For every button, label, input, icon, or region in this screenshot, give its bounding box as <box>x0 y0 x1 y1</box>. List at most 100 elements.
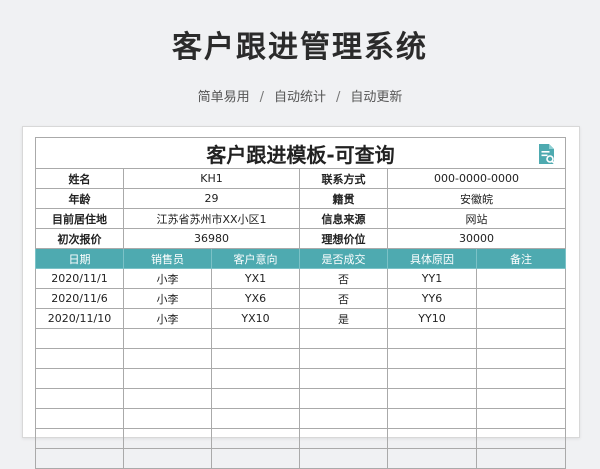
table-cell[interactable]: YY1 <box>387 268 477 289</box>
info-value[interactable]: KH1 <box>123 168 300 189</box>
table-cell[interactable] <box>299 388 388 409</box>
table-cell[interactable] <box>211 428 300 449</box>
table-cell[interactable] <box>387 408 477 429</box>
table-cell[interactable] <box>299 368 388 389</box>
table-cell[interactable] <box>211 328 300 349</box>
table-cell[interactable] <box>123 408 212 429</box>
table-cell[interactable] <box>476 368 566 389</box>
info-label[interactable]: 初次报价 <box>35 228 124 249</box>
info-value[interactable]: 000-0000-0000 <box>387 168 566 189</box>
info-row: 年龄 29 籍贯 安徽皖 <box>35 188 566 209</box>
info-value[interactable]: 江苏省苏州市XX小区1 <box>123 208 300 229</box>
info-value[interactable]: 30000 <box>387 228 566 249</box>
table-row: 2020/11/10 小李 YX10 是 YY10 <box>35 308 566 329</box>
info-label[interactable]: 联系方式 <box>299 168 388 189</box>
table-cell[interactable]: 2020/11/10 <box>35 308 124 329</box>
table-cell[interactable] <box>123 328 212 349</box>
info-value[interactable]: 网站 <box>387 208 566 229</box>
info-label[interactable]: 目前居住地 <box>35 208 124 229</box>
table-cell[interactable] <box>476 428 566 449</box>
table-cell[interactable]: YY6 <box>387 288 477 309</box>
table-cell[interactable] <box>123 368 212 389</box>
info-label[interactable]: 年龄 <box>35 188 124 209</box>
table-cell[interactable]: 小李 <box>123 268 212 289</box>
table-cell[interactable]: 小李 <box>123 308 212 329</box>
table-cell[interactable] <box>299 448 388 469</box>
log-header-row: 日期 销售员 客户意向 是否成交 具体原因 备注 <box>35 248 566 269</box>
table-cell[interactable] <box>211 408 300 429</box>
table-cell[interactable] <box>35 368 124 389</box>
table-cell[interactable] <box>476 388 566 409</box>
column-header: 是否成交 <box>299 248 388 269</box>
table-cell[interactable] <box>476 408 566 429</box>
info-value[interactable]: 29 <box>123 188 300 209</box>
sheet-title: 客户跟进模板-可查询 <box>206 142 395 167</box>
table-cell[interactable] <box>387 368 477 389</box>
customer-follow-up-sheet: 客户跟进模板-可查询 姓名 KH1 联系方式 000-0000-0000 年龄 29 籍贯安… <box>35 137 566 469</box>
column-header: 销售员 <box>123 248 212 269</box>
table-cell[interactable] <box>123 388 212 409</box>
customer-info-section: 姓名 KH1 联系方式 000-0000-0000 年龄 29 籍贯 安徽皖 目前居住地 江苏省苏… <box>35 168 566 249</box>
empty-row <box>35 408 566 429</box>
table-cell[interactable] <box>123 448 212 469</box>
table-cell[interactable]: 否 <box>299 268 388 289</box>
table-cell[interactable]: 2020/11/1 <box>35 268 124 289</box>
table-cell[interactable] <box>476 268 566 289</box>
table-cell[interactable] <box>35 348 124 369</box>
table-cell[interactable]: YX6 <box>211 288 300 309</box>
empty-row <box>35 428 566 449</box>
table-cell[interactable] <box>211 368 300 389</box>
table-cell[interactable] <box>387 328 477 349</box>
feature-list: 简单易用 / 自动统计 / 自动更新 <box>0 86 600 105</box>
table-cell[interactable]: YX1 <box>211 268 300 289</box>
table-cell[interactable] <box>123 348 212 369</box>
info-value[interactable]: 安徽皖 <box>387 188 566 209</box>
empty-row <box>35 388 566 409</box>
feature-separator: / <box>336 90 341 105</box>
table-cell[interactable] <box>387 348 477 369</box>
table-cell[interactable] <box>35 328 124 349</box>
table-cell[interactable] <box>35 408 124 429</box>
info-row: 目前居住地 江苏省苏州市XX小区1 信息来源 网站 <box>35 208 566 229</box>
table-cell[interactable] <box>211 348 300 369</box>
page-title: 客户跟进管理系统 <box>172 30 428 65</box>
table-cell[interactable] <box>476 348 566 369</box>
table-cell[interactable] <box>387 388 477 409</box>
table-cell[interactable]: 是 <box>299 308 388 329</box>
table-cell[interactable] <box>123 428 212 449</box>
column-header: 客户意向 <box>211 248 300 269</box>
table-cell[interactable] <box>299 408 388 429</box>
empty-row <box>35 348 566 369</box>
table-cell[interactable] <box>476 448 566 469</box>
info-label[interactable]: 籍贯 <box>299 188 388 209</box>
info-row: 初次报价 36980 理想价位 30000 <box>35 228 566 249</box>
info-label[interactable]: 姓名 <box>35 168 124 189</box>
column-header: 备注 <box>476 248 566 269</box>
table-cell[interactable] <box>476 328 566 349</box>
info-label[interactable]: 理想价位 <box>299 228 388 249</box>
table-cell[interactable] <box>211 448 300 469</box>
table-cell[interactable]: 否 <box>299 288 388 309</box>
table-cell[interactable]: 2020/11/6 <box>35 288 124 309</box>
table-cell[interactable] <box>35 388 124 409</box>
empty-row <box>35 328 566 349</box>
table-cell[interactable] <box>299 348 388 369</box>
table-cell[interactable] <box>387 448 477 469</box>
column-header: 日期 <box>35 248 124 269</box>
table-cell[interactable] <box>299 328 388 349</box>
table-cell[interactable]: YY10 <box>387 308 477 329</box>
table-cell[interactable] <box>476 288 566 309</box>
table-cell[interactable]: YX10 <box>211 308 300 329</box>
table-cell[interactable] <box>387 428 477 449</box>
table-cell[interactable] <box>211 388 300 409</box>
table-cell[interactable] <box>35 448 124 469</box>
feature-separator: / <box>259 90 264 105</box>
info-value[interactable]: 36980 <box>123 228 300 249</box>
feature-item: 自动统计 <box>273 90 326 105</box>
table-cell[interactable] <box>35 428 124 449</box>
table-cell[interactable]: 小李 <box>123 288 212 309</box>
table-cell[interactable] <box>476 308 566 329</box>
search-document-icon[interactable] <box>535 142 559 166</box>
table-cell[interactable] <box>299 428 388 449</box>
info-label[interactable]: 信息来源 <box>299 208 388 229</box>
